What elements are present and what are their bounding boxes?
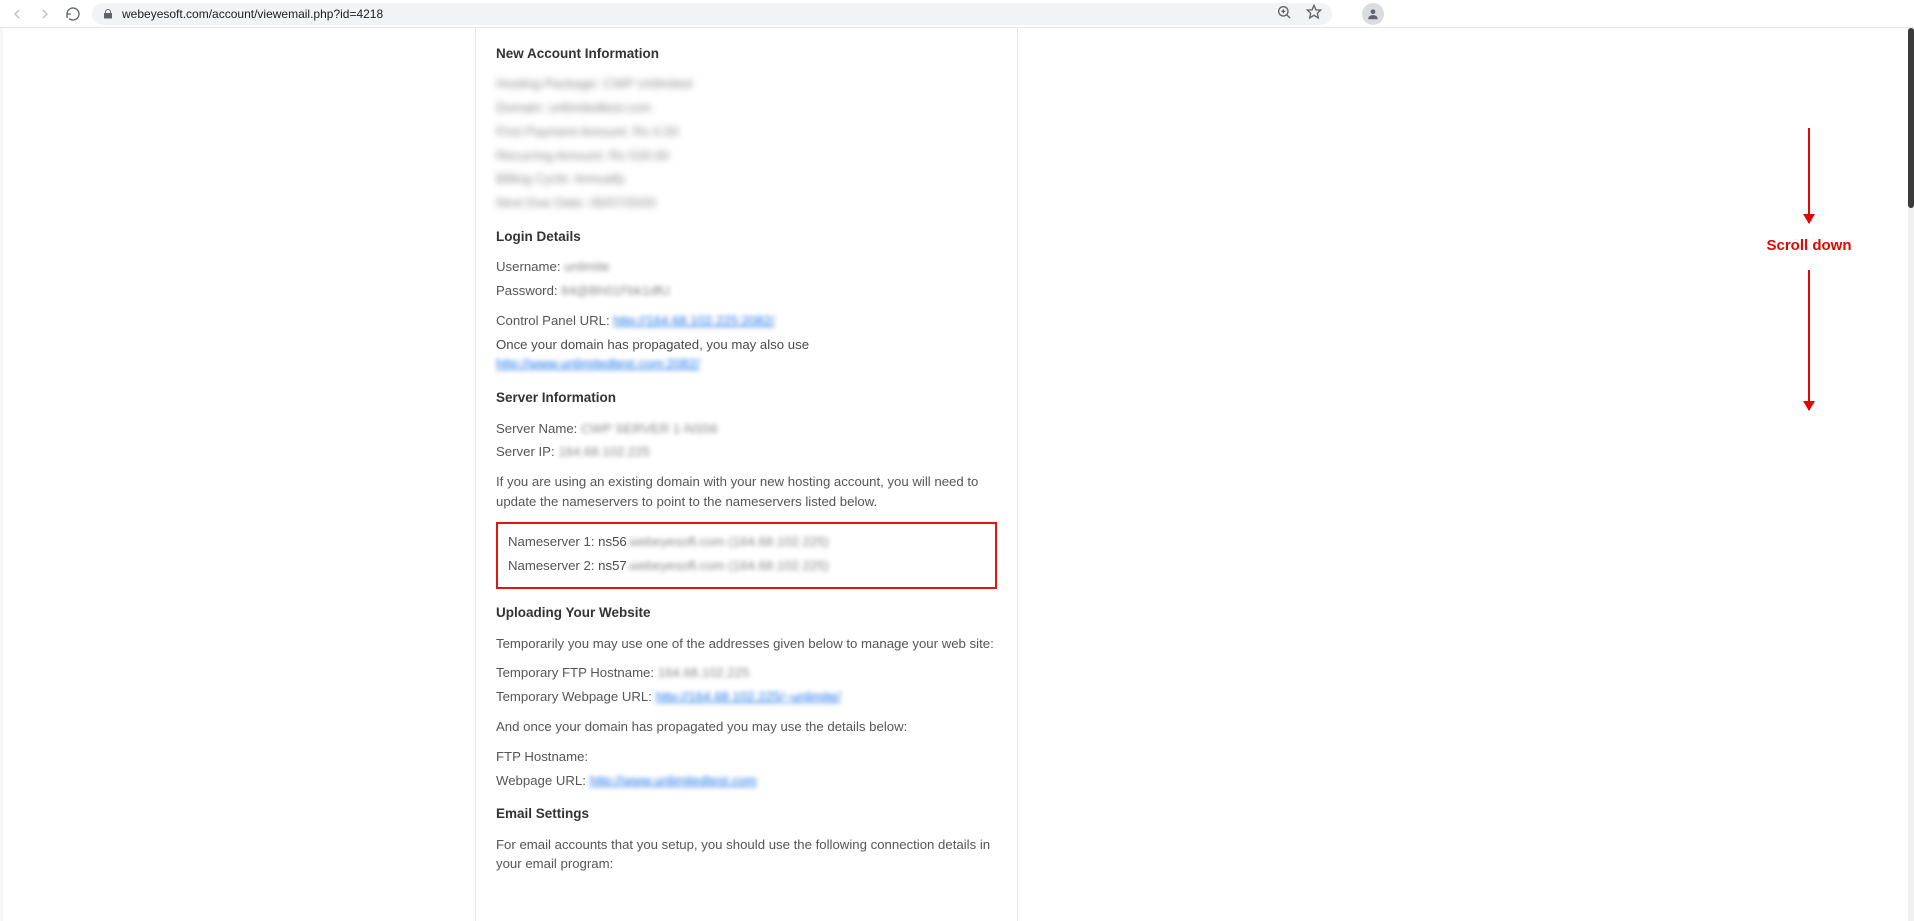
page-viewport: New Account Information Hosting Package:… [0, 28, 1914, 921]
email-settings-intro: For email accounts that you setup, you s… [496, 835, 997, 875]
line-recurring: Recurring Amount: Rs 529.00 [496, 146, 997, 166]
heading-upload: Uploading Your Website [496, 603, 997, 623]
browser-toolbar: webeyesoft.com/account/viewemail.php?id=… [0, 0, 1914, 28]
arrow-down-icon [1808, 270, 1810, 410]
line-temp-ftp: Temporary FTP Hostname: 164.68.102.225 [496, 663, 997, 683]
heading-account-info: New Account Information [496, 44, 997, 64]
line-first-payment: First Payment Amount: Rs 0.00 [496, 122, 997, 142]
toolbar-right [1342, 3, 1384, 25]
line-temp-url: Temporary Webpage URL: http://164.68.102… [496, 687, 997, 707]
line-server-ip: Server IP: 164.68.102.225 [496, 442, 997, 462]
scroll-down-label: Scroll down [1762, 235, 1855, 256]
reload-button[interactable] [64, 5, 82, 23]
ns-intro: If you are using an existing domain with… [496, 472, 997, 512]
heading-login: Login Details [496, 227, 997, 247]
arrow-down-icon [1808, 128, 1810, 223]
line-webpage-url: Webpage URL: http://www.unlimitedtest.co… [496, 771, 997, 791]
page-bg-left [3, 28, 475, 921]
upload-after-prop: And once your domain has propagated you … [496, 717, 997, 737]
upload-temp-intro: Temporarily you may use one of the addre… [496, 634, 997, 654]
line-server-name: Server Name: CWP SERVER 1-NS56 [496, 419, 997, 439]
scrollbar-track[interactable] [1908, 28, 1914, 921]
address-bar[interactable]: webeyesoft.com/account/viewemail.php?id=… [92, 3, 1332, 25]
zoom-icon[interactable] [1276, 4, 1292, 23]
email-content-panel: New Account Information Hosting Package:… [475, 28, 1018, 921]
nameserver-highlight: Nameserver 1: ns56.ns56.webeyesoft.comwe… [496, 522, 997, 590]
bookmark-star-icon[interactable] [1306, 4, 1322, 23]
profile-avatar[interactable] [1362, 3, 1384, 25]
line-domain: Domain: unlimitedtest.com [496, 98, 997, 118]
scroll-annotation: Scroll down [1744, 128, 1874, 410]
line-ns2: Nameserver 2: ns57.webeyesoft.com (164.6… [508, 556, 985, 576]
line-ns1: Nameserver 1: ns56.ns56.webeyesoft.comwe… [508, 532, 985, 552]
heading-server: Server Information [496, 388, 997, 408]
line-billing-cycle: Billing Cycle: Annually [496, 169, 997, 189]
lock-icon [102, 8, 114, 20]
heading-email-settings: Email Settings [496, 804, 997, 824]
temp-webpage-link[interactable]: http://164.68.102.225/~unlimite/ [656, 689, 841, 704]
forward-button[interactable] [36, 5, 54, 23]
back-button[interactable] [8, 5, 26, 23]
line-ftp-hostname: FTP Hostname: [496, 747, 997, 767]
line-password: Password: 84@Bh01Fbk1dfU [496, 281, 997, 301]
control-panel-link[interactable]: http://164.68.102.225:2082/ [613, 313, 774, 328]
scrollbar-thumb[interactable] [1908, 28, 1914, 208]
webpage-link[interactable]: http://www.unlimitedtest.com [590, 773, 757, 788]
propagated-link[interactable]: http://www.unlimitedtest.com:2082/ [496, 356, 700, 371]
line-propagated: Once your domain has propagated, you may… [496, 335, 997, 375]
url-text: webeyesoft.com/account/viewemail.php?id=… [122, 7, 383, 21]
line-hosting-package: Hosting Package: CWP Unlimited [496, 74, 997, 94]
line-username: Username: unlimite [496, 257, 997, 277]
line-control-panel-url: Control Panel URL: http://164.68.102.225… [496, 311, 997, 331]
line-next-due: Next Due Date: 06/07/2020 [496, 193, 997, 213]
